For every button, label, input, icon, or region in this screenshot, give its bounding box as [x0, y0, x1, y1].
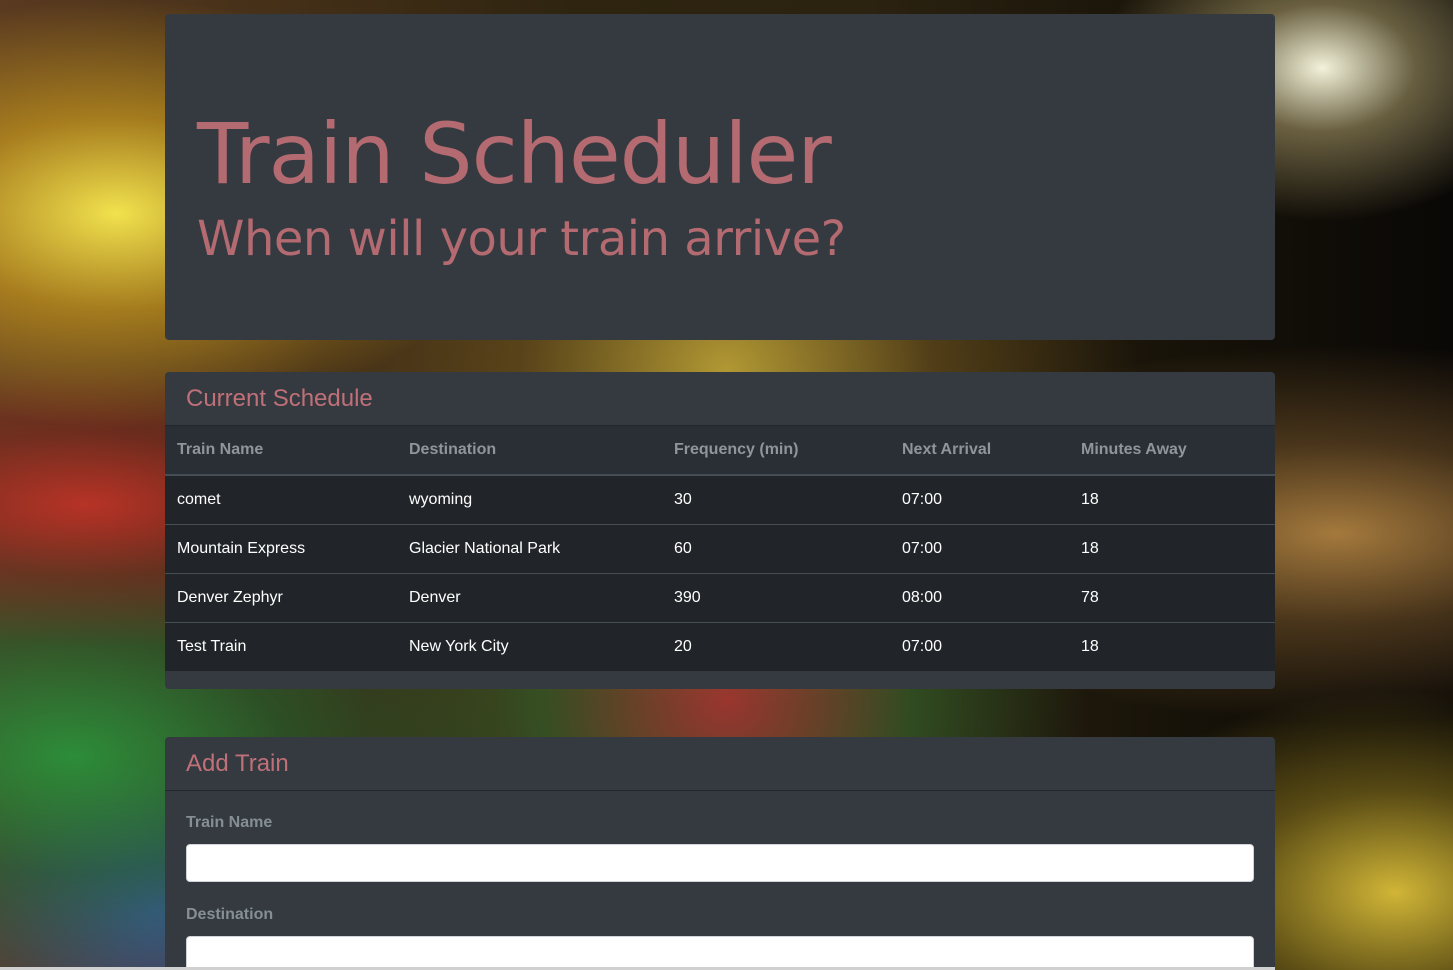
table-row: comet wyoming 30 07:00 18: [165, 474, 1275, 525]
column-header-next-arrival: Next Arrival: [890, 426, 1069, 476]
cell-train-name: Test Train: [165, 622, 397, 671]
table-row: Denver Zephyr Denver 390 08:00 78: [165, 573, 1275, 623]
table-header-row: Train Name Destination Frequency (min) N…: [165, 426, 1275, 476]
jumbotron: Train Scheduler When will your train arr…: [165, 14, 1275, 340]
column-header-destination: Destination: [397, 426, 662, 476]
schedule-card-title: Current Schedule: [165, 372, 1275, 426]
cell-train-name: comet: [165, 474, 397, 525]
add-train-card: Add Train Train Name Destination: [165, 737, 1275, 970]
cell-minutes-away: 78: [1069, 573, 1275, 623]
destination-input[interactable]: [186, 936, 1254, 970]
cell-frequency: 30: [662, 474, 890, 525]
schedule-table: Train Name Destination Frequency (min) N…: [165, 426, 1275, 671]
page-subtitle: When will your train arrive?: [197, 211, 846, 267]
column-header-train-name: Train Name: [165, 426, 397, 476]
cell-next-arrival: 08:00: [890, 573, 1069, 623]
cell-train-name: Mountain Express: [165, 524, 397, 574]
cell-destination: wyoming: [397, 474, 662, 525]
cell-next-arrival: 07:00: [890, 622, 1069, 671]
cell-frequency: 390: [662, 573, 890, 623]
cell-next-arrival: 07:00: [890, 524, 1069, 574]
add-train-card-title: Add Train: [165, 737, 1275, 791]
cell-next-arrival: 07:00: [890, 474, 1069, 525]
add-train-form: Train Name Destination: [165, 791, 1275, 970]
cell-minutes-away: 18: [1069, 524, 1275, 574]
cell-minutes-away: 18: [1069, 622, 1275, 671]
cell-destination: Denver: [397, 573, 662, 623]
schedule-card: Current Schedule Train Name Destination …: [165, 372, 1275, 689]
page-title: Train Scheduler: [197, 105, 832, 203]
cell-frequency: 60: [662, 524, 890, 574]
cell-destination: New York City: [397, 622, 662, 671]
train-name-label: Train Name: [186, 814, 273, 831]
column-header-minutes-away: Minutes Away: [1069, 426, 1275, 476]
train-name-input[interactable]: [186, 844, 1254, 882]
table-row: Test Train New York City 20 07:00 18: [165, 622, 1275, 671]
cell-minutes-away: 18: [1069, 474, 1275, 525]
cell-train-name: Denver Zephyr: [165, 573, 397, 623]
table-row: Mountain Express Glacier National Park 6…: [165, 524, 1275, 574]
destination-label: Destination: [186, 906, 274, 923]
cell-frequency: 20: [662, 622, 890, 671]
cell-destination: Glacier National Park: [397, 524, 662, 574]
column-header-frequency: Frequency (min): [662, 426, 890, 476]
